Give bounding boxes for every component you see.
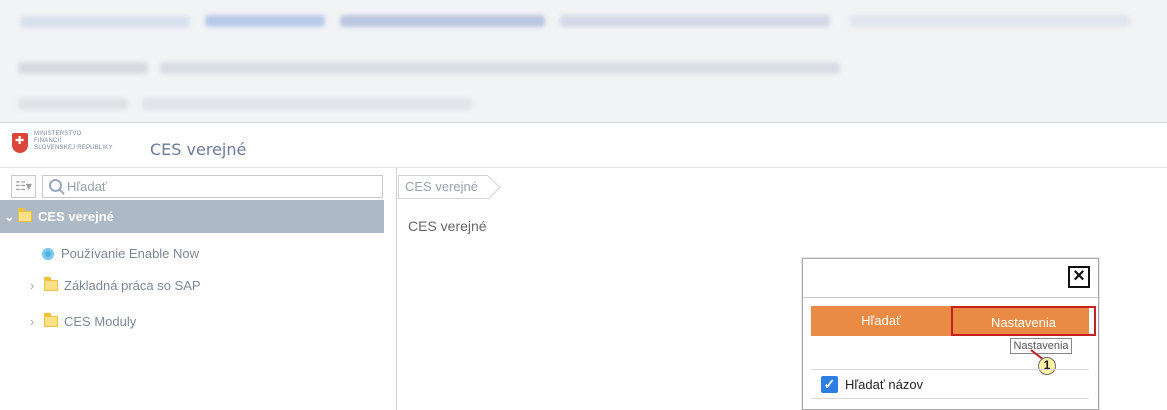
tree-item-label: Základná práca so SAP [64,278,201,293]
tree-item-enable-now[interactable]: Používanie Enable Now [42,237,426,270]
search-input[interactable] [67,178,367,195]
settings-tooltip: Nastavenia [1010,338,1072,354]
tree-item-zakladna-praca[interactable]: › Základná práca so SAP [30,269,414,302]
sidebar-toolbar: ☷▾ [6,175,383,200]
app-title: CES verejné [150,140,247,159]
chevron-right-icon: › [30,314,35,329]
tree-item-label: CES verejné [38,209,114,224]
folder-icon [44,277,58,291]
search-dialog: × Hľadať Nastavenia Nastavenia 1 ✓ Hľada… [802,258,1099,410]
checkbox-checked-icon[interactable]: ✓ [821,376,838,393]
bookmarks-bar[interactable] [0,89,1167,121]
sidebar: ☷▾ ⌄ CES verejné Používanie Enable Now ›… [0,168,397,410]
page-title: CES verejné [408,218,487,234]
folder-icon [44,313,58,327]
browser-chrome [0,0,1167,123]
sidebar-search[interactable] [42,175,383,198]
search-name-label: Hľadať názov [845,377,924,392]
chevron-right-icon: › [30,278,35,293]
dialog-tabs: Hľadať Nastavenia [811,306,1096,336]
tree-item-ces-verejne[interactable]: ⌄ CES verejné [0,200,384,233]
tree-item-label: Používanie Enable Now [61,246,200,261]
search-name-option[interactable]: ✓ Hľadať názov [811,369,1089,399]
close-button[interactable]: × [1068,266,1090,288]
address-bar[interactable] [0,52,1167,84]
breadcrumb[interactable]: CES verejné [398,175,488,199]
tree-item-label: CES Moduly [64,314,137,329]
ministry-shield-icon [12,133,28,153]
logo-text: MINISTERSTVO FINANCIÍ SLOVENSKEJ REPUBLI… [34,131,113,151]
browser-tab-strip[interactable] [0,5,1167,37]
enable-now-icon [42,247,54,260]
tree-item-ces-moduly[interactable]: › CES Moduly [30,305,414,338]
chevron-down-icon: ⌄ [4,208,15,224]
tab-settings[interactable]: Nastavenia [951,306,1096,336]
search-icon [49,179,62,192]
tree-view-button[interactable]: ☷▾ [11,175,36,198]
tab-search[interactable]: Hľadať [811,306,951,336]
dialog-divider [803,297,1098,298]
folder-icon [18,208,32,222]
ministry-logo: MINISTERSTVO FINANCIÍ SLOVENSKEJ REPUBLI… [12,131,132,161]
